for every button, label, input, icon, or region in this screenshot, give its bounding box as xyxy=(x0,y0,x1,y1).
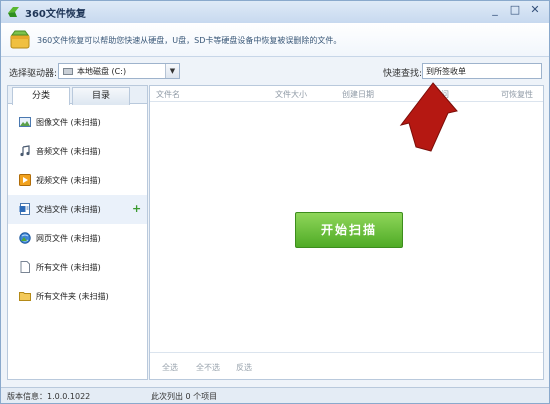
column-header-recoverability[interactable]: 可恢复性 xyxy=(501,89,533,100)
start-scan-button[interactable]: 开始扫描 xyxy=(295,212,403,248)
category-item-images[interactable]: 图像文件 (未扫描) xyxy=(8,108,147,137)
drive-select[interactable]: 本地磁盘 (C:) ▼ xyxy=(58,63,180,79)
category-label: 文档文件 (未扫描) xyxy=(36,205,101,214)
add-icon[interactable]: + xyxy=(132,202,141,215)
file-list-panel: 文件名 文件大小 创建日期 访问 可恢复性 开始扫描 全选 全不选 反选 xyxy=(149,85,544,380)
close-button[interactable]: ✕ xyxy=(525,3,545,18)
column-header-row: 文件名 文件大小 创建日期 访问 可恢复性 xyxy=(150,86,543,102)
category-label: 音频文件 (未扫描) xyxy=(36,147,101,156)
tab-directory[interactable]: 目录 xyxy=(72,87,130,105)
column-header-size[interactable]: 文件大小 xyxy=(275,89,307,100)
tab-strip: 分类 目录 xyxy=(8,86,147,105)
folder-icon xyxy=(19,292,31,301)
invert-selection-link[interactable]: 反选 xyxy=(236,362,252,373)
app-window: 360文件恢复 _ □ ✕ 360文件恢复可以帮助您快速从硬盘，U盘，SD卡等硬… xyxy=(0,0,550,404)
drive-select-value: 本地磁盘 (C:) xyxy=(77,67,127,76)
column-header-name[interactable]: 文件名 xyxy=(156,89,180,100)
category-item-video[interactable]: 视频文件 (未扫描) xyxy=(8,166,147,195)
category-label: 网页文件 (未扫描) xyxy=(36,234,101,243)
category-item-documents[interactable]: 文档文件 (未扫描) + xyxy=(8,195,147,224)
category-item-audio[interactable]: 音频文件 (未扫描) xyxy=(8,137,147,166)
document-icon xyxy=(19,203,30,215)
version-info: 版本信息：1.0.0.1022 xyxy=(7,392,91,401)
tab-category[interactable]: 分类 xyxy=(12,87,70,105)
selection-actions: 全选 全不选 反选 xyxy=(150,352,543,378)
hard-drive-icon xyxy=(63,68,73,75)
app-logo-icon xyxy=(8,7,19,17)
search-input[interactable] xyxy=(422,63,542,79)
minimize-button[interactable]: _ xyxy=(485,3,505,18)
image-icon xyxy=(19,117,31,127)
category-item-all-files[interactable]: 所有文件 (未扫描) xyxy=(8,253,147,282)
blank-file-icon xyxy=(20,261,30,273)
category-item-webpages[interactable]: 网页文件 (未扫描) xyxy=(8,224,147,253)
info-banner: 360文件恢复可以帮助您快速从硬盘，U盘，SD卡等硬盘设备中恢复被误删除的文件。 xyxy=(1,23,549,57)
category-item-all-folders[interactable]: 所有文件夹 (未扫描) xyxy=(8,282,147,311)
search-label: 快速查找: xyxy=(383,69,423,79)
banner-description: 360文件恢复可以帮助您快速从硬盘，U盘，SD卡等硬盘设备中恢复被误删除的文件。 xyxy=(37,36,342,45)
recovery-box-icon xyxy=(10,30,30,49)
category-label: 视频文件 (未扫描) xyxy=(36,176,101,185)
item-count: 此次列出 0 个项目 xyxy=(151,392,218,401)
video-icon xyxy=(19,174,31,186)
music-note-icon xyxy=(20,145,30,157)
status-bar: 版本信息：1.0.0.1022 此次列出 0 个项目 xyxy=(1,387,549,403)
toolbar-row: 选择驱动器: 本地磁盘 (C:) ▼ 快速查找: xyxy=(1,58,549,84)
category-label: 所有文件夹 (未扫描) xyxy=(36,292,109,301)
maximize-button[interactable]: □ xyxy=(505,3,525,18)
web-page-icon xyxy=(19,232,31,244)
title-bar: 360文件恢复 _ □ ✕ xyxy=(1,1,549,23)
drive-label: 选择驱动器: xyxy=(9,69,58,79)
category-panel: 分类 目录 图像文件 (未扫描) 音频文件 (未扫描) 视频文件 (未扫描) 文… xyxy=(7,85,148,380)
category-label: 图像文件 (未扫描) xyxy=(36,118,101,127)
select-none-link[interactable]: 全不选 xyxy=(196,362,220,373)
select-all-link[interactable]: 全选 xyxy=(162,362,178,373)
category-list: 图像文件 (未扫描) 音频文件 (未扫描) 视频文件 (未扫描) 文档文件 (未… xyxy=(8,108,147,311)
category-label: 所有文件 (未扫描) xyxy=(36,263,101,272)
chevron-down-icon[interactable]: ▼ xyxy=(165,64,179,78)
column-header-date[interactable]: 创建日期 xyxy=(342,89,374,100)
window-title: 360文件恢复 xyxy=(25,9,86,20)
column-header-access[interactable]: 访问 xyxy=(433,89,449,100)
